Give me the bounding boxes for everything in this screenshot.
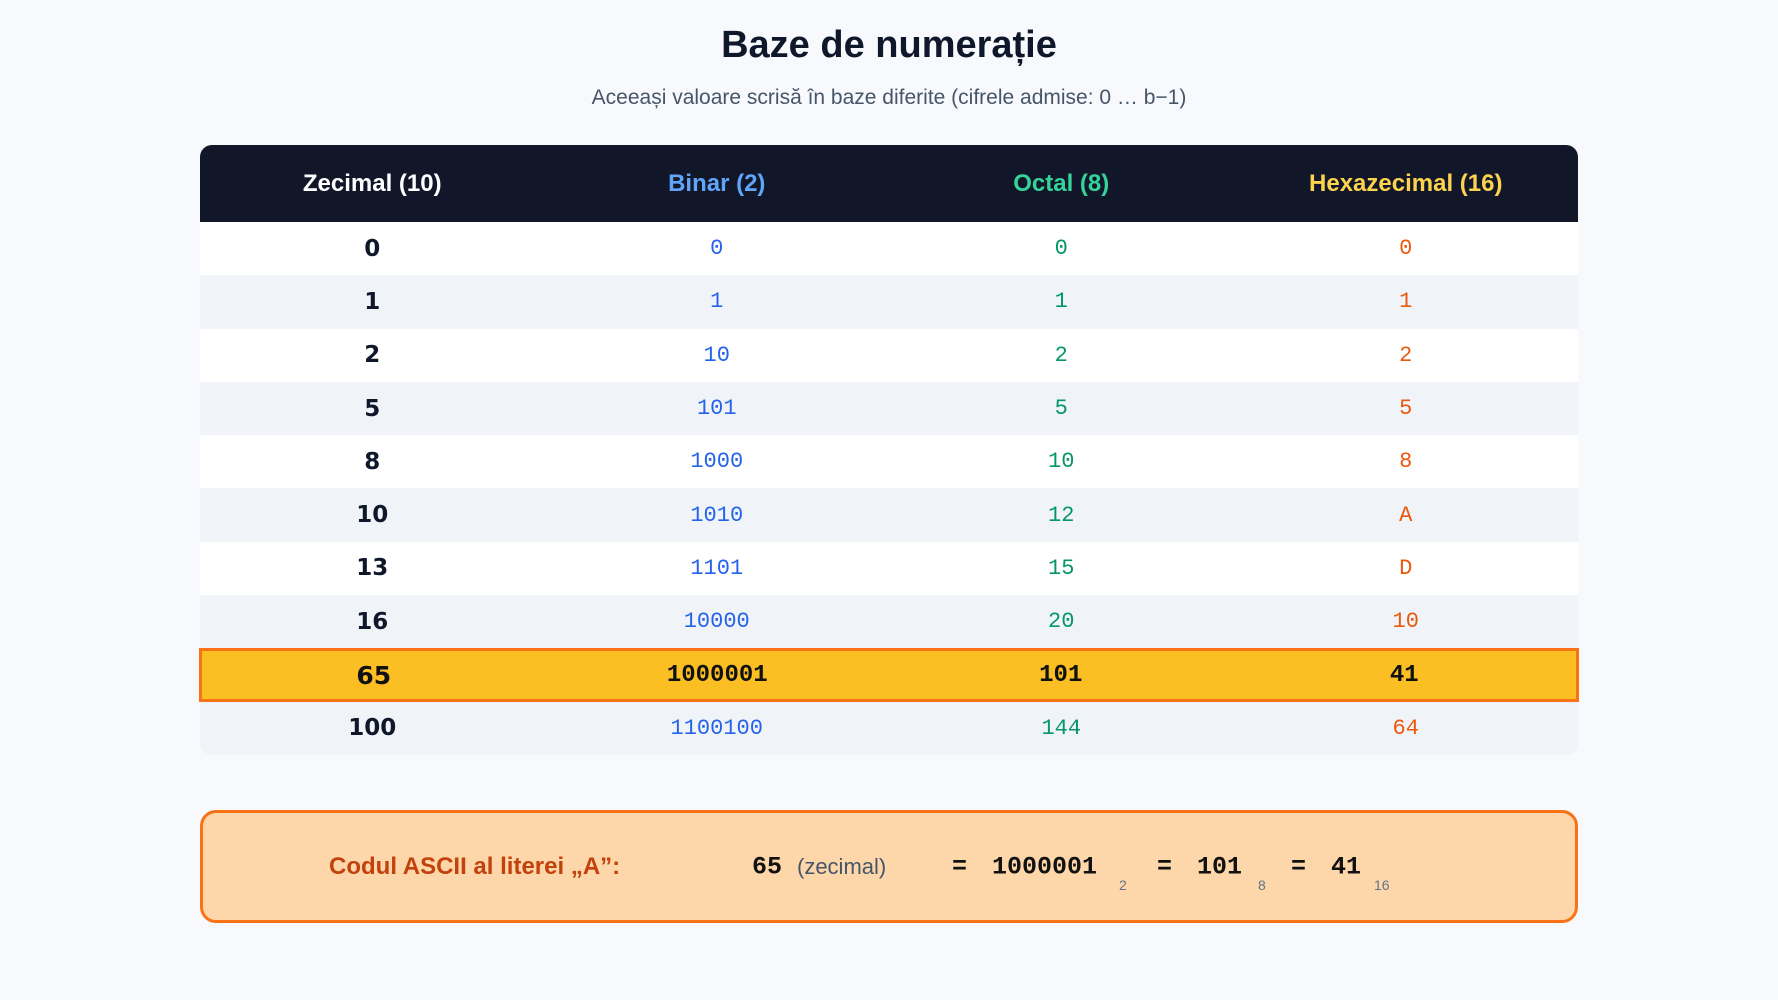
octal-base-subscript: 8 [1258, 877, 1266, 893]
page-subtitle: Aceeași valoare scrisă în baze diferite … [591, 86, 1187, 109]
octal-cell: 10 [1048, 449, 1075, 475]
header-binary: Binar (2) [668, 169, 766, 197]
table-header: Zecimal (10) Binar (2) Octal (8) Hexazec… [200, 145, 1578, 222]
table-row: 1 1 1 1 [200, 275, 1578, 329]
table-row-highlighted: 65 1000001 101 41 [199, 648, 1579, 702]
ascii-binary-value: 1000001 [992, 852, 1098, 881]
octal-cell: 5 [1054, 396, 1068, 422]
binary-cell: 1000 [690, 449, 744, 475]
binary-cell: 1101 [690, 555, 744, 581]
table-body: 0 0 0 0 1 1 1 1 2 10 2 2 5 101 5 5 8 1000 10 8 10 1010 12 A 13 11… [199, 222, 1579, 755]
hex-cell: 8 [1399, 449, 1413, 475]
octal-cell: 0 [1054, 236, 1068, 262]
ascii-example-box: Codul ASCII al literei „A”: 65 (zecimal)… [200, 810, 1578, 923]
table-row: 0 0 0 0 [200, 222, 1578, 276]
header-hex: Hexazecimal (16) [1309, 169, 1503, 197]
decimal-cell: 5 [364, 395, 381, 422]
octal-cell: 2 [1054, 342, 1068, 368]
ascii-decimal-note: (zecimal) [797, 853, 887, 879]
octal-cell: 144 [1041, 715, 1082, 741]
binary-cell: 10 [703, 342, 730, 368]
ascii-octal-value: 101 [1197, 852, 1243, 881]
decimal-cell: 8 [364, 448, 381, 475]
decimal-cell: 1 [364, 288, 381, 315]
binary-cell: 1 [710, 289, 724, 315]
octal-cell: 101 [1039, 661, 1083, 689]
decimal-cell: 0 [364, 235, 381, 262]
decimal-cell: 10 [356, 502, 389, 529]
base-conversion-table: Zecimal (10) Binar (2) Octal (8) Hexazec… [199, 145, 1579, 755]
hex-cell: 64 [1392, 715, 1419, 741]
octal-cell: 20 [1048, 609, 1075, 635]
table-row: 2 10 2 2 [200, 328, 1578, 382]
table-row: 8 1000 10 8 [200, 435, 1578, 489]
decimal-cell: 2 [364, 342, 381, 369]
equals-sign: = [1157, 852, 1173, 881]
ascii-hex-value: 41 [1331, 852, 1362, 881]
table-row: 10 1010 12 A [200, 488, 1578, 542]
hex-cell: 1 [1399, 289, 1413, 315]
decimal-cell: 16 [356, 608, 389, 635]
equals-sign: = [1291, 852, 1307, 881]
page-title: Baze de numerație [721, 24, 1057, 66]
hex-cell: 2 [1399, 342, 1413, 368]
hex-cell: A [1399, 502, 1413, 528]
hex-cell: 0 [1399, 236, 1413, 262]
decimal-cell: 100 [348, 715, 397, 742]
hex-cell: 10 [1392, 609, 1419, 635]
hex-cell: D [1399, 555, 1413, 581]
hex-cell: 41 [1389, 661, 1419, 689]
decimal-cell: 13 [356, 555, 389, 582]
decimal-cell: 65 [356, 660, 392, 690]
octal-cell: 15 [1048, 555, 1075, 581]
header-octal: Octal (8) [1013, 169, 1110, 197]
hex-base-subscript: 16 [1374, 877, 1390, 893]
binary-cell: 1100100 [670, 715, 763, 741]
binary-cell: 1010 [690, 502, 744, 528]
table-row: 100 1100100 144 64 [200, 701, 1578, 755]
hex-cell: 5 [1399, 396, 1413, 422]
binary-base-subscript: 2 [1119, 877, 1127, 893]
octal-cell: 12 [1048, 502, 1075, 528]
table-row: 5 101 5 5 [200, 381, 1578, 436]
octal-cell: 1 [1054, 289, 1068, 315]
binary-cell: 101 [696, 396, 737, 422]
table-row: 16 10000 20 10 [200, 595, 1578, 649]
header-decimal: Zecimal (10) [302, 169, 442, 197]
equals-sign: = [952, 852, 968, 881]
binary-cell: 0 [710, 236, 724, 262]
binary-cell: 1000001 [666, 661, 768, 689]
ascii-label: Codul ASCII al literei „A”: [329, 852, 621, 880]
ascii-decimal-value: 65 [752, 852, 783, 881]
binary-cell: 10000 [683, 609, 750, 635]
table-row: 13 1101 15 D [200, 541, 1578, 596]
